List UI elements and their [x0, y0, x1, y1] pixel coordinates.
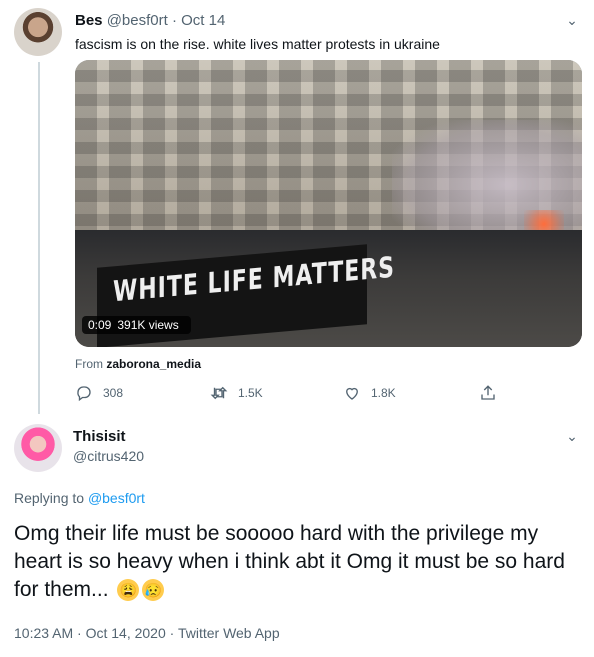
tweet-header: Bes @besf0rt · Oct 14 [75, 12, 225, 29]
retweet-icon [210, 386, 228, 400]
author-name[interactable]: Bes [75, 12, 103, 29]
video-views: 391K views [117, 318, 179, 332]
video-player[interactable]: WHITE LIFE MATTERS [75, 60, 582, 347]
chevron-down-icon[interactable]: ⌄ [564, 428, 580, 444]
replying-label: Replying to [14, 490, 85, 506]
replying-to: Replying to @besf0rt [14, 490, 145, 506]
share-button[interactable] [479, 384, 497, 402]
replying-handle[interactable]: @besf0rt [88, 490, 145, 506]
tweet-timestamp-meta[interactable]: 10:23 AM · Oct 14, 2020 · Twitter Web Ap… [14, 625, 280, 641]
video-stats-badge: 0:09 391K views [82, 316, 191, 334]
reply-author-name-wrap: Thisisit [73, 428, 126, 445]
like-count: 1.8K [371, 386, 396, 400]
tweet-actions: 308 1.5K 1.8K [75, 384, 495, 404]
reply-count: 308 [103, 386, 124, 400]
chevron-down-icon[interactable]: ⌄ [564, 12, 580, 28]
reply-text: Omg their life must be sooooo hard with … [14, 520, 586, 604]
author-name[interactable]: Thisisit [73, 428, 126, 445]
video-duration: 0:09 [88, 318, 112, 332]
author-handle[interactable]: @citrus420 [73, 448, 144, 464]
avatar[interactable] [14, 424, 62, 472]
avatar[interactable] [14, 8, 62, 56]
separator: · [171, 12, 177, 29]
retweet-button[interactable]: 1.5K [210, 384, 263, 402]
reply-text-body: Omg their life must be sooooo hard with … [14, 522, 565, 601]
author-handle[interactable]: @besf0rt [107, 12, 168, 29]
share-icon [481, 385, 495, 400]
like-button[interactable]: 1.8K [343, 384, 396, 402]
retweet-count: 1.5K [238, 386, 263, 400]
from-label: From [75, 357, 103, 371]
tweet-text: fascism is on the rise. white lives matt… [75, 36, 440, 52]
source-account[interactable]: zaborona_media [106, 357, 201, 371]
tweet-date[interactable]: Oct 14 [181, 12, 225, 29]
media-source: From zaborona_media [75, 357, 201, 371]
weary-face-emoji: 😩 [117, 579, 140, 602]
reply-button[interactable]: 308 [75, 384, 123, 402]
thread-connector-line [38, 62, 40, 414]
sad-relieved-face-emoji: 😥 [142, 579, 165, 602]
reply-icon [77, 386, 91, 402]
like-icon [346, 387, 358, 400]
